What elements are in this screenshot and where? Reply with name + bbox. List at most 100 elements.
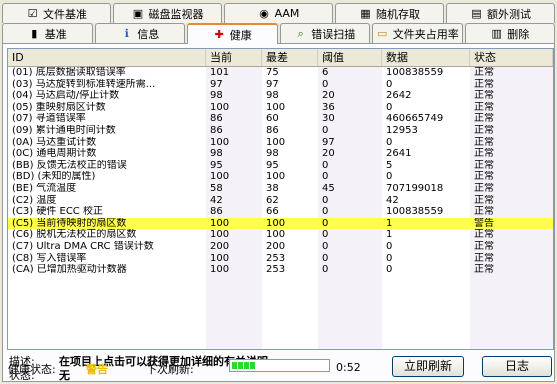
table-row[interactable]: (05) 重映射扇区计数 100 100 36 0 正常 [8,102,553,114]
tab-chart[interactable]: ▮ 基准 [2,23,93,43]
cell-worst: 253 [266,252,286,264]
tab-health[interactable]: ✚ 健康 [187,23,278,44]
cell-thr: 0 [322,78,329,90]
table-row[interactable]: (C6) 脱机无法校正的扇区数 100 100 0 1 正常 [8,229,553,241]
table-row[interactable]: (BB) 反馈无法校正的错误 95 95 0 5 正常 [8,160,553,172]
document-icon: ☑ [27,7,38,20]
tab-info[interactable]: ℹ 信息 [94,23,185,43]
cell-worst: 97 [266,78,279,90]
table-row[interactable]: (C5) 当前待映射的扇区数 100 100 0 1 警告 [8,217,553,230]
cell-worst: 62 [266,194,279,206]
refresh-now-button[interactable]: 立即刷新 [392,356,464,377]
cell-worst: 38 [266,182,279,194]
header-status[interactable]: 状态 [470,49,553,66]
tab-grid[interactable]: ▦ 随机存取 [335,3,444,23]
progress-segment [244,362,249,369]
cell-data: 12953 [386,124,418,136]
cell-cur: 95 [210,159,223,171]
tab-row-top: ☑ 文件基准 ▣ 磁盘监视器 ◉ AAM ▦ 随机存取 ▤ 额外测试 [2,3,555,23]
table-row[interactable]: (BE) 气流温度 58 38 45 707199018 正常 [8,183,553,195]
table-row[interactable]: (BD) (未知的属性) 100 100 0 0 正常 [8,171,553,183]
cell-cur: 100 [210,264,230,276]
cell-cur: 100 [210,217,230,229]
cell-data: 100838559 [386,206,444,218]
table-row[interactable]: (03) 马达旋转到标准转速所需... 97 97 0 0 正常 [8,79,553,91]
tab-scan[interactable]: ⌕ 错误扫描 [279,23,370,43]
table-row[interactable]: (07) 寻道错误率 86 60 30 460665749 正常 [8,113,553,125]
cell-status: 正常 [474,159,494,171]
cell-worst: 86 [266,124,279,136]
cell-status: 正常 [474,240,494,252]
health-panel: ID 当前 最差 阈值 数据 状态 (01) 底层数据读取错误率 101 75 6 10… [2,43,555,382]
cell-id: (09) 累计通电时间计数 [12,124,116,136]
tab-folder[interactable]: ▭ 文件夹占用率 [372,23,463,43]
cell-thr: 0 [322,217,329,229]
table-row[interactable]: (C2) 温度 42 62 0 42 正常 [8,195,553,207]
cell-id: (BB) 反馈无法校正的错误 [12,159,127,171]
table-row[interactable]: (C8) 写入错误率 100 253 0 0 正常 [8,253,553,265]
cell-thr: 0 [322,194,329,206]
table-row[interactable]: (04) 马达启动/停止计数 98 98 20 2642 正常 [8,90,553,102]
log-button[interactable]: 日志 [482,356,552,377]
info-icon: ℹ [124,27,129,40]
cell-data: 0 [386,101,393,113]
scan-icon: ⌕ [297,27,304,40]
tab-speaker[interactable]: ◉ AAM [224,3,333,23]
tab-label: 文件夹占用率 [392,27,459,41]
header-current[interactable]: 当前 [206,49,262,66]
cell-id: (03) 马达旋转到标准转速所需... [12,78,156,90]
cell-status: 正常 [474,264,494,276]
table-row[interactable]: (01) 底层数据读取错误率 101 75 6 100838559 正常 [8,67,553,79]
cell-status: 正常 [474,252,494,264]
cell-thr: 20 [322,148,335,160]
table-row[interactable]: (09) 累计通电时间计数 86 86 0 12953 正常 [8,125,553,137]
cell-thr: 0 [322,159,329,171]
cell-worst: 253 [266,264,286,276]
cell-thr: 30 [322,113,335,125]
cell-status: 正常 [474,124,494,136]
cell-id: (CA) 已增加热驱动计数器 [12,264,127,276]
tab-label: 信息 [137,27,160,41]
folder-icon: ▭ [377,27,388,40]
smart-table[interactable]: ID 当前 最差 阈值 数据 状态 (01) 底层数据读取错误率 101 75 6 10… [7,48,554,350]
cell-thr: 0 [322,171,329,183]
cell-status: 正常 [474,194,494,206]
tab-monitor[interactable]: ▣ 磁盘监视器 [113,3,222,23]
cell-data: 707199018 [386,182,444,194]
table-row[interactable]: (CA) 已增加热驱动计数器 100 253 0 0 正常 [8,264,553,276]
cell-worst: 60 [266,113,279,125]
cell-cur: 101 [210,67,230,78]
tab-label: AAM [274,7,300,20]
table-row[interactable]: (C7) Ultra DMA CRC 错误计数 200 200 0 0 正常 [8,241,553,253]
cell-thr: 0 [322,240,329,252]
tab-delete[interactable]: ▥ 删除 [464,23,555,43]
table-row[interactable]: (0A) 马达重试计数 100 100 97 0 正常 [8,137,553,149]
cell-data: 0 [386,136,393,148]
cell-thr: 0 [322,252,329,264]
tab-list[interactable]: ▤ 额外测试 [446,3,555,23]
tab-label: 额外测试 [487,7,531,21]
table-row[interactable]: (C3) 硬件 ECC 校正 86 66 0 100838559 正常 [8,206,553,218]
next-refresh-label: 下次刷新: [146,363,194,376]
cell-cur: 100 [210,101,230,113]
cell-data: 5 [386,159,393,171]
tab-document[interactable]: ☑ 文件基准 [2,3,111,23]
header-data[interactable]: 数据 [382,49,470,66]
cell-thr: 45 [322,182,335,194]
table-row[interactable]: (0C) 通电周期计数 98 98 20 2641 正常 [8,148,553,160]
grid-icon: ▦ [360,7,371,20]
cell-thr: 36 [322,101,335,113]
state-value: 无 [59,369,70,382]
tab-label: 删除 [507,27,530,41]
list-icon: ▤ [471,7,482,20]
cell-status: 正常 [474,148,494,160]
header-threshold[interactable]: 阈值 [318,49,382,66]
cell-status: 正常 [474,182,494,194]
header-worst[interactable]: 最差 [262,49,318,66]
table-body: (01) 底层数据读取错误率 101 75 6 100838559 正常 (03) 马达旋转… [8,67,553,276]
cell-id: (C6) 脱机无法校正的扇区数 [12,229,137,241]
cell-worst: 98 [266,90,279,102]
cell-worst: 100 [266,229,286,241]
cell-status: 警告 [474,217,494,229]
header-id[interactable]: ID [8,49,206,66]
